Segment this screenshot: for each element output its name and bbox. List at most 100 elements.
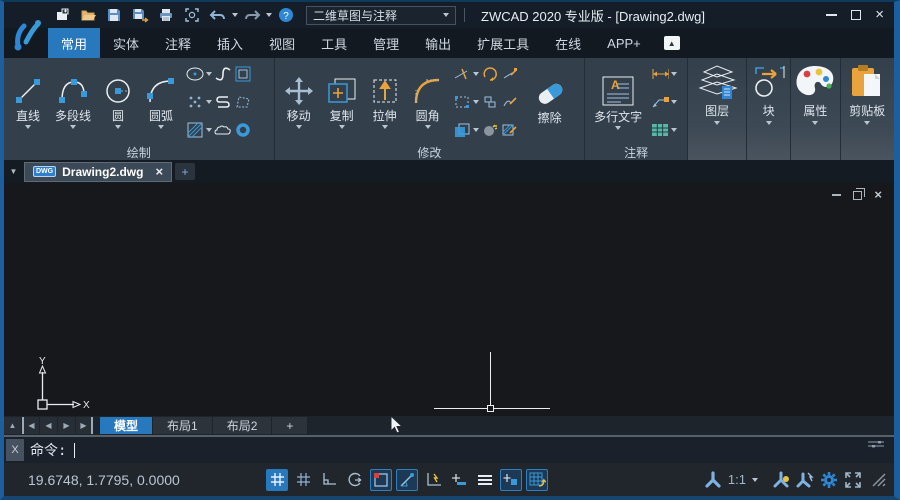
fillet-button[interactable]: 圆角 [407,75,449,130]
tab-tools[interactable]: 工具 [308,28,360,58]
ellipse-icon[interactable] [186,65,204,83]
clipboard-button[interactable]: 剪贴板 [841,58,894,160]
lineweight-toggle[interactable] [448,469,470,491]
selection-cycling-toggle[interactable] [526,469,548,491]
preview-icon[interactable] [180,5,204,25]
command-customize-icon[interactable] [866,439,886,449]
center-snap-toggle[interactable] [500,469,522,491]
undo-dropdown-caret[interactable] [232,13,238,17]
ellipse-dropdown-caret[interactable] [206,72,212,76]
leader-dropdown-caret[interactable] [671,100,677,104]
offset-icon[interactable] [453,121,471,139]
annotation-visibility-icon[interactable] [772,471,790,489]
document-tab-close-icon[interactable]: × [155,164,163,179]
mtext-button[interactable]: A 多行文字 [589,74,647,131]
mdi-minimize-button[interactable] [832,194,841,196]
layout-tab-layout2[interactable]: 布局2 [213,417,272,434]
tab-insert[interactable]: 插入 [204,28,256,58]
offset-dropdown-caret[interactable] [473,128,479,132]
tab-view[interactable]: 视图 [256,28,308,58]
move-dropdown-caret[interactable] [296,125,302,129]
layers-button[interactable]: 图层 [688,58,746,160]
polar-tracking-toggle[interactable] [344,469,366,491]
wipeout-icon[interactable] [234,93,252,111]
doc-tab-list-icon[interactable]: ▼ [6,163,21,180]
undo-icon[interactable] [206,5,230,25]
arc-button[interactable]: 圆弧 [140,75,182,130]
edit-length-icon[interactable] [501,65,519,83]
scale-icon[interactable] [453,93,471,111]
annotation-scale-icon[interactable] [704,471,722,489]
leader-icon[interactable] [651,93,669,111]
resize-grip-icon[interactable] [872,473,886,487]
minimize-button[interactable] [826,14,837,16]
document-tab[interactable]: DWG Drawing2.dwg × [24,162,172,182]
snap-toggle[interactable] [292,469,314,491]
layout-last-icon[interactable]: ▶ [76,417,93,434]
hatch-dropdown-caret[interactable] [206,128,212,132]
edit-polyline-icon[interactable] [501,93,519,111]
circle-button[interactable]: 圆 [98,75,138,130]
properties-button[interactable]: 属性 [791,58,840,160]
edit-hatch-icon[interactable] [501,121,519,139]
explode-icon[interactable] [481,121,499,139]
layout-tab-layout1[interactable]: 布局1 [153,417,212,434]
clipboard-dropdown-caret[interactable] [864,121,870,125]
align-icon[interactable] [481,93,499,111]
panel-annotate-label[interactable]: 注释 [585,146,687,161]
dimension-dropdown-caret[interactable] [671,72,677,76]
tab-express-tools[interactable]: 扩展工具 [464,28,542,58]
scale-dropdown-caret[interactable] [473,100,479,104]
panel-modify-label[interactable]: 修改 [275,146,585,161]
help-icon[interactable]: ? [274,5,298,25]
new-document-tab-button[interactable]: + [175,163,195,180]
save-icon[interactable] [102,5,126,25]
command-line[interactable]: X 命令: [4,435,894,463]
move-button[interactable]: 移动 [279,75,319,130]
revision-cloud-icon[interactable] [214,121,232,139]
zwcad-logo[interactable] [8,12,46,52]
mtext-dropdown-caret[interactable] [615,126,621,130]
open-file-icon[interactable] [76,5,100,25]
mdi-close-button[interactable]: × [874,190,882,200]
stretch-button[interactable]: 拉伸 [365,75,405,130]
fullscreen-icon[interactable] [844,471,862,489]
copy-dropdown-caret[interactable] [339,125,345,129]
block-button[interactable]: 块 [747,58,790,160]
tab-online[interactable]: 在线 [542,28,594,58]
spline-icon[interactable] [214,65,232,83]
spline-cv-icon[interactable] [214,93,232,111]
polyline-button[interactable]: 多段线 [50,75,96,130]
close-button[interactable]: × [875,10,884,20]
layout-menu-up-icon[interactable]: ▲ [4,417,21,434]
erase-button[interactable]: 擦除 [529,77,571,127]
copy-button[interactable]: 复制 [321,75,363,130]
save-as-icon[interactable] [128,5,152,25]
donut-icon[interactable] [234,121,252,139]
drawing-canvas[interactable]: × Y X [4,183,894,416]
ribbon-collapse-button[interactable]: ▲ [664,36,680,50]
layout-tab-model[interactable]: 模型 [100,417,152,434]
hatch-icon[interactable] [186,121,204,139]
tab-app-plus[interactable]: APP+ [594,28,654,58]
ortho-toggle[interactable] [318,469,340,491]
point-style-icon[interactable] [186,93,204,111]
trim-icon[interactable] [453,65,471,83]
dimension-icon[interactable] [651,65,669,83]
grid-display-toggle[interactable] [266,469,288,491]
annotation-scale-caret[interactable] [752,478,758,482]
table-icon[interactable] [651,121,669,139]
layers-dropdown-caret[interactable] [714,121,720,125]
object-snap-toggle[interactable] [370,469,392,491]
rotate-icon[interactable] [481,65,499,83]
tab-output[interactable]: 输出 [412,28,464,58]
layout-tab-new[interactable]: + [272,417,307,434]
show-lines-toggle[interactable] [474,469,496,491]
layout-next-icon[interactable]: ▶ [58,417,75,434]
tab-solid[interactable]: 实体 [100,28,152,58]
annotation-scale-value[interactable]: 1:1 [728,472,746,487]
circle-dropdown-caret[interactable] [115,125,121,129]
properties-dropdown-caret[interactable] [812,121,818,125]
layout-prev-icon[interactable]: ◀ [40,417,57,434]
stretch-dropdown-caret[interactable] [382,125,388,129]
